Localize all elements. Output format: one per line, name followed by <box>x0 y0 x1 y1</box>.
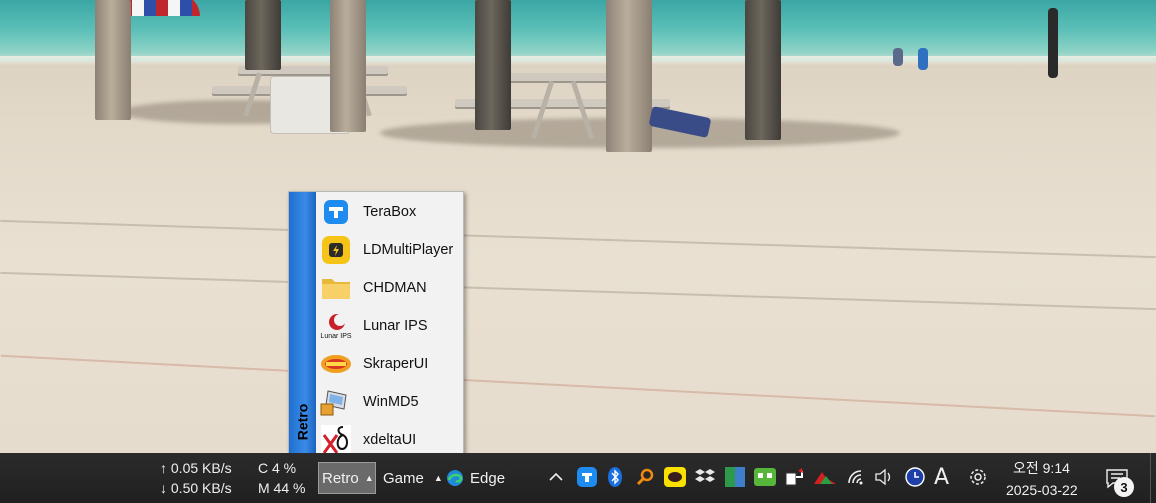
toolbar-edge-label: Edge <box>470 469 506 487</box>
edge-icon <box>446 469 464 487</box>
bluetooth-icon[interactable] <box>604 466 626 488</box>
chart-tray-icon[interactable] <box>814 466 836 488</box>
ldplayer-icon <box>320 234 352 266</box>
terabox-icon <box>320 196 352 228</box>
green-app-tray-icon[interactable] <box>724 466 746 488</box>
toolbar-game-button[interactable]: Game ▲ <box>383 462 443 494</box>
retro-jumplist-menu: Retro TeraBox LDMultiPlayer CHDMAN Lunar… <box>288 191 464 459</box>
cpu-usage: C 4 % <box>258 460 297 476</box>
terabox-tray-icon[interactable] <box>576 466 598 488</box>
volume-icon[interactable] <box>873 466 895 488</box>
usb-device-icon[interactable] <box>784 466 806 488</box>
show-desktop-button[interactable] <box>1150 453 1156 503</box>
magnifier-tray-icon[interactable] <box>634 466 656 488</box>
wifi-icon[interactable] <box>845 466 867 488</box>
toolbar-retro-label: Retro <box>322 469 359 487</box>
taskbar: ↑ 0.05 KB/s ↓ 0.50 KB/s C 4 % M 44 % Ret… <box>0 453 1156 503</box>
net-download-speed: ↓ 0.50 KB/s <box>160 480 232 496</box>
memory-usage: M 44 % <box>258 480 306 496</box>
show-hidden-icons-button[interactable] <box>545 466 567 488</box>
xdelta-icon <box>320 424 352 456</box>
clock-app-icon[interactable] <box>904 466 926 488</box>
menu-item-chdman[interactable]: CHDMAN <box>316 269 463 307</box>
desktop-wallpaper <box>0 0 1156 453</box>
nvidia-icon[interactable] <box>754 466 776 488</box>
menu-item-skraperui[interactable]: SkraperUI <box>316 345 463 383</box>
toolbar-game-label: Game <box>383 469 424 487</box>
menu-group-label: Retro <box>294 403 311 441</box>
clock-time[interactable]: 오전 9:14 <box>1013 458 1070 478</box>
menu-item-winmd5[interactable]: WinMD5 <box>316 383 463 421</box>
wallpaper-umbrella <box>120 0 200 16</box>
settings-gear-icon[interactable] <box>967 466 989 488</box>
chevron-up-icon <box>549 472 563 481</box>
caret-up-icon: ▲ <box>364 473 374 483</box>
menu-item-terabox[interactable]: TeraBox <box>316 193 463 231</box>
toolbar-retro-button[interactable]: Retro ▲ <box>318 462 376 494</box>
skraper-icon <box>320 348 352 380</box>
dropbox-icon[interactable] <box>694 466 716 488</box>
net-upload-speed: ↑ 0.05 KB/s <box>160 460 232 476</box>
caret-up-icon: ▲ <box>433 473 443 483</box>
kakaotalk-icon[interactable] <box>664 466 686 488</box>
menu-item-ldmultiplayer[interactable]: LDMultiPlayer <box>316 231 463 269</box>
clock-date[interactable]: 2025-03-22 <box>1006 482 1078 498</box>
toolbar-edge-button[interactable]: Edge <box>446 462 516 494</box>
svg-text:Lunar IPS: Lunar IPS <box>320 333 351 340</box>
notification-badge: 3 <box>1114 477 1134 497</box>
ime-indicator[interactable]: A <box>934 465 949 490</box>
lunar-ips-icon: Lunar IPS <box>320 310 352 342</box>
menu-side-strip: Retro <box>289 192 316 458</box>
winmd5-icon <box>320 386 352 418</box>
menu-list: TeraBox LDMultiPlayer CHDMAN Lunar IPS L… <box>316 193 463 459</box>
menu-item-lunar-ips[interactable]: Lunar IPS Lunar IPS <box>316 307 463 345</box>
folder-icon <box>320 272 352 304</box>
